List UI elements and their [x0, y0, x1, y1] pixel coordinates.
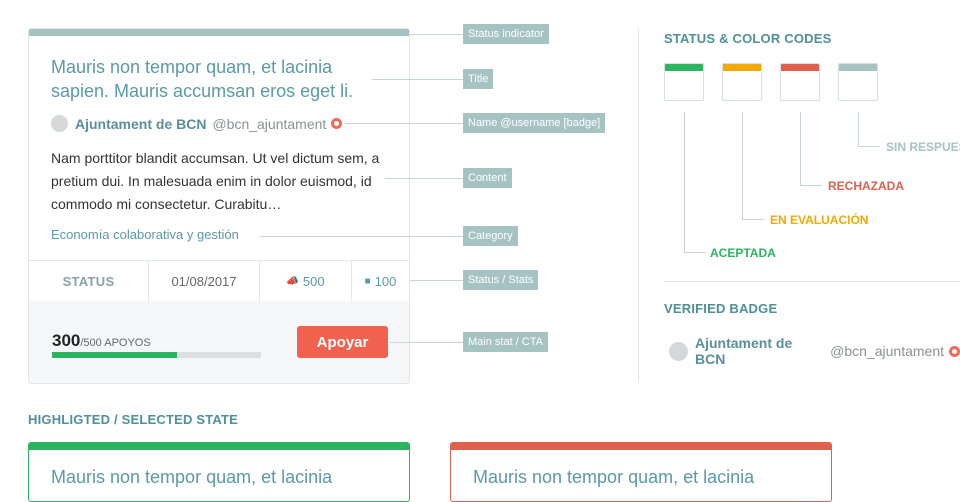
category-link[interactable]: Economía colaborativa y gestión — [51, 227, 239, 242]
annotation-line — [410, 280, 463, 281]
verified-badge-icon — [949, 345, 960, 357]
annotation-line — [385, 178, 463, 179]
status-swatch-bar — [839, 64, 877, 71]
verified-badge-icon — [331, 118, 343, 129]
status-indicator-bar — [29, 29, 409, 36]
annotation-line — [390, 342, 463, 343]
verified-author-username: @bcn_ajuntament — [830, 343, 944, 359]
annotation-line — [410, 34, 463, 35]
status-label-rejected: RECHAZADA — [828, 179, 904, 193]
highlight-status-bar — [29, 443, 409, 450]
highlighted-card-rejected[interactable]: Mauris non tempor quam, et lacinia — [450, 442, 832, 502]
annotation-content: Content — [463, 168, 512, 188]
avatar[interactable] — [51, 115, 68, 132]
status-leader-line — [800, 112, 822, 186]
status-swatch-evaluating — [722, 63, 762, 101]
verified-badge-heading: VERIFIED BADGE — [664, 301, 778, 316]
status-swatch-bar — [665, 64, 703, 71]
avatar[interactable] — [669, 341, 688, 361]
card-title[interactable]: Mauris non tempor quam, et lacinia sapie… — [51, 55, 381, 103]
votes-stat[interactable]: 📣 500 — [260, 261, 352, 301]
highlight-status-bar — [451, 443, 831, 450]
annotation-line — [345, 123, 463, 124]
author-row: Ajuntament de BCN @bcn_ajuntament — [51, 115, 343, 132]
annotation-category: Category — [463, 226, 518, 246]
status-label: STATUS — [29, 261, 149, 301]
status-swatch-unanswered — [838, 63, 878, 101]
highlighted-card-title[interactable]: Mauris non tempor quam, et lacinia — [473, 467, 754, 488]
date-label: 01/08/2017 — [149, 261, 260, 301]
column-divider — [638, 28, 639, 382]
annotation-title: Title — [463, 69, 494, 89]
proposal-card[interactable]: Mauris non tempor quam, et lacinia sapie… — [28, 28, 410, 384]
megaphone-icon: 📣 — [286, 275, 299, 287]
stats-row: STATUS 01/08/2017 📣 500 ■ 100 — [29, 260, 409, 302]
annotation-status-indicator: Status indicator — [463, 24, 549, 44]
highlight-heading: HIGHLIGTED / SELECTED STATE — [28, 412, 239, 427]
comments-count: 100 — [374, 273, 397, 289]
verified-author-name[interactable]: Ajuntament de BCN — [695, 335, 824, 367]
comments-stat[interactable]: ■ 100 — [352, 261, 409, 301]
author-username: @bcn_ajuntament — [212, 115, 327, 132]
verified-author-row: Ajuntament de BCN @bcn_ajuntament — [669, 335, 960, 367]
highlighted-card-accepted[interactable]: Mauris non tempor quam, et lacinia — [28, 442, 410, 502]
status-label-evaluating: EN EVALUACIÓN — [770, 213, 869, 227]
annotation-name: Name @username [badge] — [463, 113, 606, 133]
support-button[interactable]: Apoyar — [297, 326, 388, 358]
supports-total: /500 APOYOS — [80, 337, 151, 349]
card-content: Nam porttitor blandit accumsan. Ut vel d… — [51, 150, 380, 212]
status-label-accepted: ACEPTADA — [710, 246, 776, 260]
status-leader-line — [858, 112, 880, 147]
status-codes-heading: STATUS & COLOR CODES — [664, 31, 832, 46]
highlighted-card-title[interactable]: Mauris non tempor quam, et lacinia — [51, 467, 332, 488]
status-swatch-bar — [781, 64, 819, 71]
supports-stat: 300/500 APOYOS — [52, 331, 151, 351]
status-swatch-bar — [723, 64, 761, 71]
status-leader-line — [742, 112, 764, 220]
status-leader-line — [684, 112, 706, 253]
comment-icon: ■ — [364, 275, 371, 287]
annotation-stats: Status / Stats — [463, 270, 539, 290]
status-swatch-accepted — [664, 63, 704, 101]
supports-progress-fill — [52, 352, 178, 358]
status-swatch-rejected — [780, 63, 820, 101]
status-label-unanswered: SIN RESPUESTA — [886, 140, 960, 154]
card-footer: 300/500 APOYOS Apoyar — [29, 301, 409, 383]
votes-count: 500 — [302, 273, 325, 289]
annotation-main-stat: Main stat / CTA — [463, 332, 548, 352]
supports-progress-bar — [52, 352, 261, 358]
annotation-line — [260, 236, 463, 237]
section-divider — [664, 281, 960, 282]
annotation-line — [372, 79, 463, 80]
supports-current: 300 — [52, 331, 81, 350]
author-name[interactable]: Ajuntament de BCN — [75, 116, 206, 132]
